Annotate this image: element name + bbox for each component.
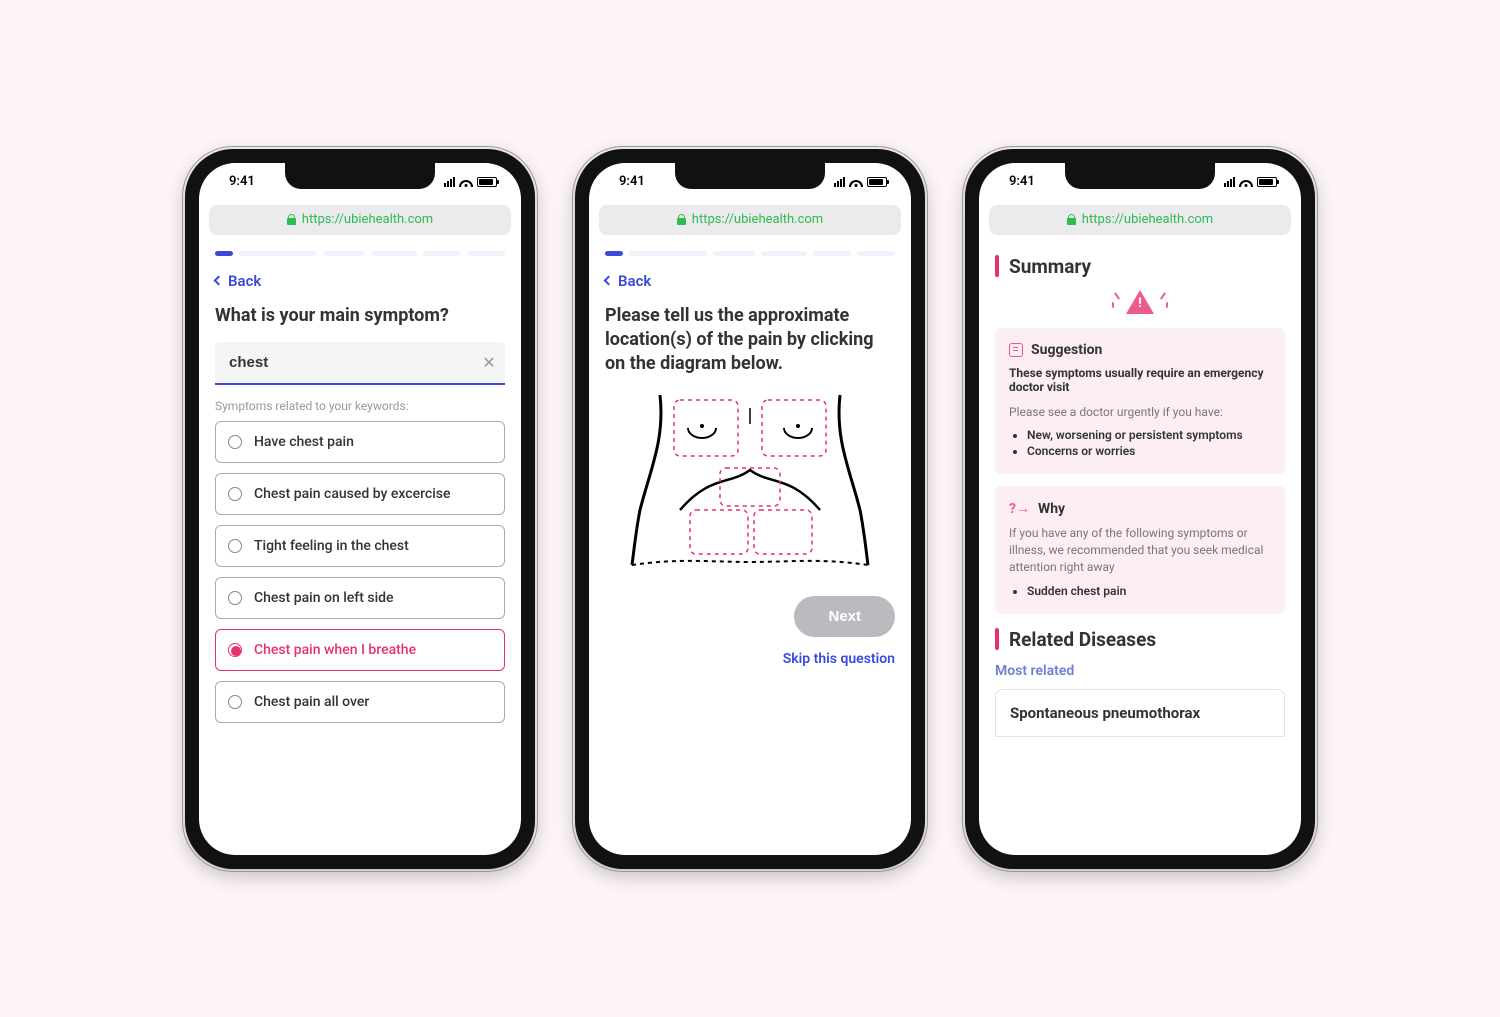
list-icon <box>1009 343 1023 357</box>
symptom-option[interactable]: Chest pain on left side <box>215 577 505 619</box>
phone-mockup-2: 9:41 https://ubiehealth.com Back Please … <box>575 149 925 869</box>
radio-icon <box>228 591 242 605</box>
chevron-left-icon <box>604 276 614 286</box>
url-bar[interactable]: https://ubiehealth.com <box>989 205 1291 235</box>
why-title: Why <box>1038 501 1065 517</box>
radio-icon <box>228 435 242 449</box>
progress-bar <box>215 251 505 256</box>
status-indicators <box>834 177 887 187</box>
radio-icon <box>228 539 242 553</box>
related-heading: Related Diseases <box>995 628 1285 651</box>
skip-link[interactable]: Skip this question <box>605 651 895 667</box>
suggestion-title: Suggestion <box>1031 342 1102 358</box>
notch <box>1065 163 1215 189</box>
results-hint: Symptoms related to your keywords: <box>215 399 505 413</box>
alert-icon-row: ! <box>995 290 1285 318</box>
phone-mockup-3: 9:41 https://ubiehealth.com Summary ! <box>965 149 1315 869</box>
summary-title: Summary <box>1009 255 1091 278</box>
content-area: Summary ! Suggestion These symptoms usua… <box>979 241 1301 855</box>
url-text: https://ubiehealth.com <box>302 212 433 227</box>
symptom-option-selected[interactable]: Chest pain when I breathe <box>215 629 505 671</box>
battery-icon <box>867 177 887 187</box>
battery-icon <box>477 177 497 187</box>
why-bullet: Sudden chest pain <box>1027 584 1271 598</box>
question-heading: Please tell us the approximate location(… <box>605 304 895 377</box>
clear-icon[interactable]: ✕ <box>473 353 505 372</box>
url-bar[interactable]: https://ubiehealth.com <box>599 205 901 235</box>
suggestion-bullet: Concerns or worries <box>1027 444 1271 458</box>
why-card: ?→ Why If you have any of the following … <box>995 486 1285 613</box>
screen-2: 9:41 https://ubiehealth.com Back Please … <box>589 163 911 855</box>
url-bar[interactable]: https://ubiehealth.com <box>209 205 511 235</box>
radio-icon <box>228 643 242 657</box>
wifi-icon <box>849 177 863 187</box>
question-heading: What is your main symptom? <box>215 304 505 328</box>
progress-bar <box>605 251 895 256</box>
body-diagram[interactable] <box>605 390 895 570</box>
torso-diagram-svg <box>620 390 880 570</box>
radio-icon <box>228 695 242 709</box>
back-label: Back <box>228 272 261 290</box>
disease-name: Spontaneous pneumothorax <box>1010 704 1200 722</box>
chevron-left-icon <box>214 276 224 286</box>
heading-accent <box>995 628 999 650</box>
status-indicators <box>1224 177 1277 187</box>
signal-icon <box>834 177 845 187</box>
screen-1: 9:41 https://ubiehealth.com Back What is… <box>199 163 521 855</box>
screen-3: 9:41 https://ubiehealth.com Summary ! <box>979 163 1301 855</box>
question-icon: ?→ <box>1009 500 1030 517</box>
wifi-icon <box>459 177 473 187</box>
content-area: Back Please tell us the approximate loca… <box>589 241 911 855</box>
notch <box>285 163 435 189</box>
back-button[interactable]: Back <box>605 272 895 290</box>
suggestion-lead: Please see a doctor urgently if you have… <box>1009 404 1271 421</box>
option-label: Have chest pain <box>254 434 354 450</box>
symptom-option[interactable]: Chest pain all over <box>215 681 505 723</box>
lock-icon <box>677 214 686 225</box>
disease-card[interactable]: Spontaneous pneumothorax <box>995 689 1285 737</box>
suggestion-headline: These symptoms usually require an emerge… <box>1009 366 1271 394</box>
phone-mockup-1: 9:41 https://ubiehealth.com Back What is… <box>185 149 535 869</box>
symptom-option[interactable]: Tight feeling in the chest <box>215 525 505 567</box>
lock-icon <box>1067 214 1076 225</box>
content-area: Back What is your main symptom? ✕ Sympto… <box>199 241 521 855</box>
signal-icon <box>444 177 455 187</box>
option-label: Chest pain all over <box>254 694 369 710</box>
status-indicators <box>444 177 497 187</box>
option-label: Tight feeling in the chest <box>254 538 409 554</box>
related-title: Related Diseases <box>1009 628 1156 651</box>
symptom-option[interactable]: Have chest pain <box>215 421 505 463</box>
status-time: 9:41 <box>1009 174 1035 189</box>
option-label: Chest pain when I breathe <box>254 642 416 658</box>
lock-icon <box>287 214 296 225</box>
notch <box>675 163 825 189</box>
battery-icon <box>1257 177 1277 187</box>
status-time: 9:41 <box>619 174 645 189</box>
summary-heading: Summary <box>995 255 1285 278</box>
next-button[interactable]: Next <box>794 596 895 637</box>
signal-icon <box>1224 177 1235 187</box>
option-label: Chest pain caused by excercise <box>254 486 450 502</box>
why-lead: If you have any of the following symptom… <box>1009 525 1271 575</box>
search-field[interactable]: ✕ <box>215 342 505 385</box>
status-time: 9:41 <box>229 174 255 189</box>
heading-accent <box>995 255 999 277</box>
back-label: Back <box>618 272 651 290</box>
symptom-option[interactable]: Chest pain caused by excercise <box>215 473 505 515</box>
suggestion-card: Suggestion These symptoms usually requir… <box>995 328 1285 475</box>
warning-icon: ! <box>1126 290 1154 314</box>
back-button[interactable]: Back <box>215 272 505 290</box>
wifi-icon <box>1239 177 1253 187</box>
url-text: https://ubiehealth.com <box>1082 212 1213 227</box>
suggestion-bullet: New, worsening or persistent symptoms <box>1027 428 1271 442</box>
search-input[interactable] <box>215 342 473 383</box>
option-label: Chest pain on left side <box>254 590 394 606</box>
url-text: https://ubiehealth.com <box>692 212 823 227</box>
most-related-label: Most related <box>995 663 1285 679</box>
radio-icon <box>228 487 242 501</box>
